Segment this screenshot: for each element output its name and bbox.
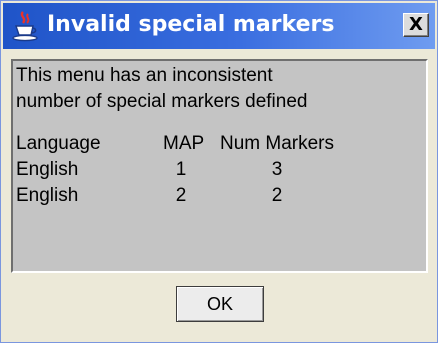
button-bar: OK: [3, 276, 435, 340]
java-coffee-cup-icon: [11, 10, 39, 42]
title-bar[interactable]: Invalid special markers X: [3, 3, 435, 49]
cell-num-markers: 2: [271, 185, 283, 206]
header-num-markers: Num Markers: [219, 133, 334, 154]
header-map: MAP: [163, 133, 205, 154]
window-title: Invalid special markers: [47, 12, 335, 37]
cell-language: English: [16, 159, 79, 180]
table-row: English 1 3: [16, 157, 426, 183]
cell-map: 1: [175, 159, 187, 180]
message-line: number of special markers defined: [16, 91, 308, 112]
close-button[interactable]: X: [403, 13, 429, 37]
cell-map: 2: [175, 185, 187, 206]
message-line: This menu has an inconsistent: [16, 65, 273, 86]
close-icon: X: [409, 14, 423, 35]
dialog-window: Invalid special markers X This menu has …: [0, 0, 438, 343]
table-header-row: Language MAP Num Markers: [16, 131, 426, 157]
header-language: Language: [16, 133, 101, 154]
cell-num-markers: 3: [271, 159, 283, 180]
ok-button[interactable]: OK: [176, 286, 264, 322]
message-panel: This menu has an inconsistent number of …: [11, 59, 428, 273]
cell-language: English: [16, 185, 79, 206]
table-row: English 2 2: [16, 183, 426, 209]
markers-table: Language MAP Num Markers English 1 3 Eng…: [16, 131, 426, 209]
